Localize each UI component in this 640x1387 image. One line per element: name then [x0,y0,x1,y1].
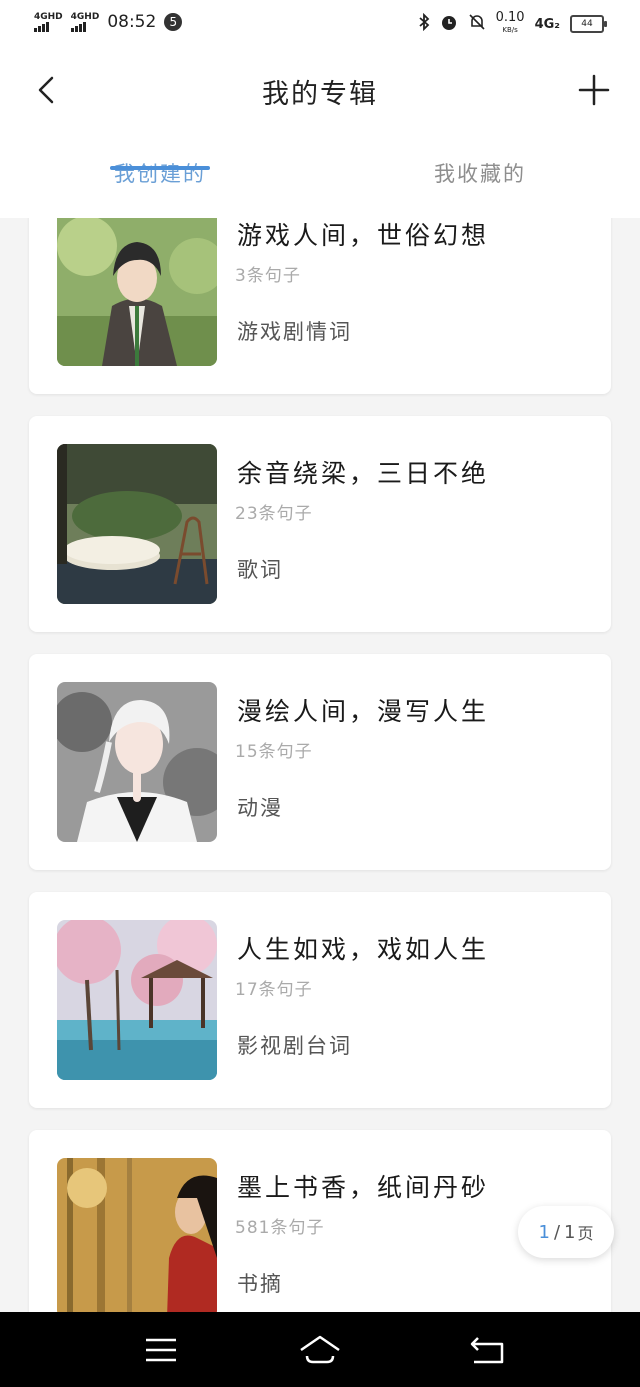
clock: 08:52 [107,12,157,32]
add-album-button[interactable] [574,70,614,110]
speed-unit: KB/s [502,26,518,34]
album-category: 书摘 [237,1272,283,1296]
album-count: 23条句子 [235,504,313,524]
menu-icon [146,1338,176,1362]
signal-1-label: 4GHD [34,11,63,22]
return-icon [470,1337,504,1364]
tab-bar: 我创建的 我收藏的 [0,144,640,218]
plus-icon [578,74,610,106]
menu-button[interactable] [139,1332,183,1368]
album-category: 动漫 [237,796,283,820]
album-count: 581条句子 [235,1218,325,1238]
mute-bell-icon [468,13,486,35]
page-unit: 页 [577,1224,594,1243]
album-card[interactable]: 漫绘人间，漫写人生 15条句子 动漫 [29,654,611,870]
signal-2-label: 4GHD [70,11,100,22]
tab-indicator [110,166,210,170]
net-type: 4G₂ [534,16,560,32]
tab-created[interactable]: 我创建的 [0,144,320,218]
home-icon [300,1335,340,1364]
speed-value: 0.10 [495,10,525,25]
bluetooth-icon [418,12,430,35]
signal-2-icon: 4GHD [70,11,100,32]
status-bar: 4GHD 4GHD 08:52 5 0.10 KB/s 4G₂ 44 [0,0,640,48]
album-cover-image [57,444,217,604]
home-button[interactable] [298,1332,342,1368]
signal-1-icon: 4GHD [34,11,63,32]
back-nav-button[interactable] [466,1332,510,1368]
album-category: 影视剧台词 [237,1034,352,1058]
battery-icon: 44 [570,15,607,33]
album-cover-image [57,1158,217,1312]
album-count: 15条句子 [235,742,313,762]
album-card[interactable]: 人生如戏，戏如人生 17条句子 影视剧台词 [29,892,611,1108]
page-title: 我的专辑 [262,79,378,110]
page-total: 1 [564,1221,576,1243]
notification-count-badge: 5 [164,13,183,31]
album-card[interactable]: 余音绕梁，三日不绝 23条句子 歌词 [29,416,611,632]
page-current: 1 [538,1221,550,1243]
album-category: 歌词 [237,558,283,582]
album-title: 游戏人间，世俗幻想 [237,221,490,250]
header: 我的专辑 我创建的 我收藏的 [0,48,640,218]
page-separator: / [553,1221,561,1243]
system-nav-bar [0,1312,640,1387]
album-count: 3条句子 [235,266,301,286]
alarm-icon [440,13,458,35]
album-title: 漫绘人间，漫写人生 [237,697,490,726]
album-title: 人生如戏，戏如人生 [237,935,490,964]
album-title: 墨上书香，纸间丹砂 [237,1173,490,1202]
page-indicator[interactable]: 1 / 1 页 [518,1206,614,1258]
album-cover-image [57,920,217,1080]
album-list[interactable]: 游戏人间，世俗幻想 3条句子 游戏剧情词 余音绕梁，三日不绝 23条句子 歌词 [0,218,640,1312]
album-title: 余音绕梁，三日不绝 [237,459,490,488]
network-speed: 0.10 KB/s [495,10,525,36]
album-category: 游戏剧情词 [237,320,352,344]
album-card[interactable]: 游戏人间，世俗幻想 3条句子 游戏剧情词 [29,218,611,394]
album-count: 17条句子 [235,980,313,1000]
album-cover-image [57,218,217,366]
album-cover-image [57,682,217,842]
tab-favorited[interactable]: 我收藏的 [320,144,640,218]
